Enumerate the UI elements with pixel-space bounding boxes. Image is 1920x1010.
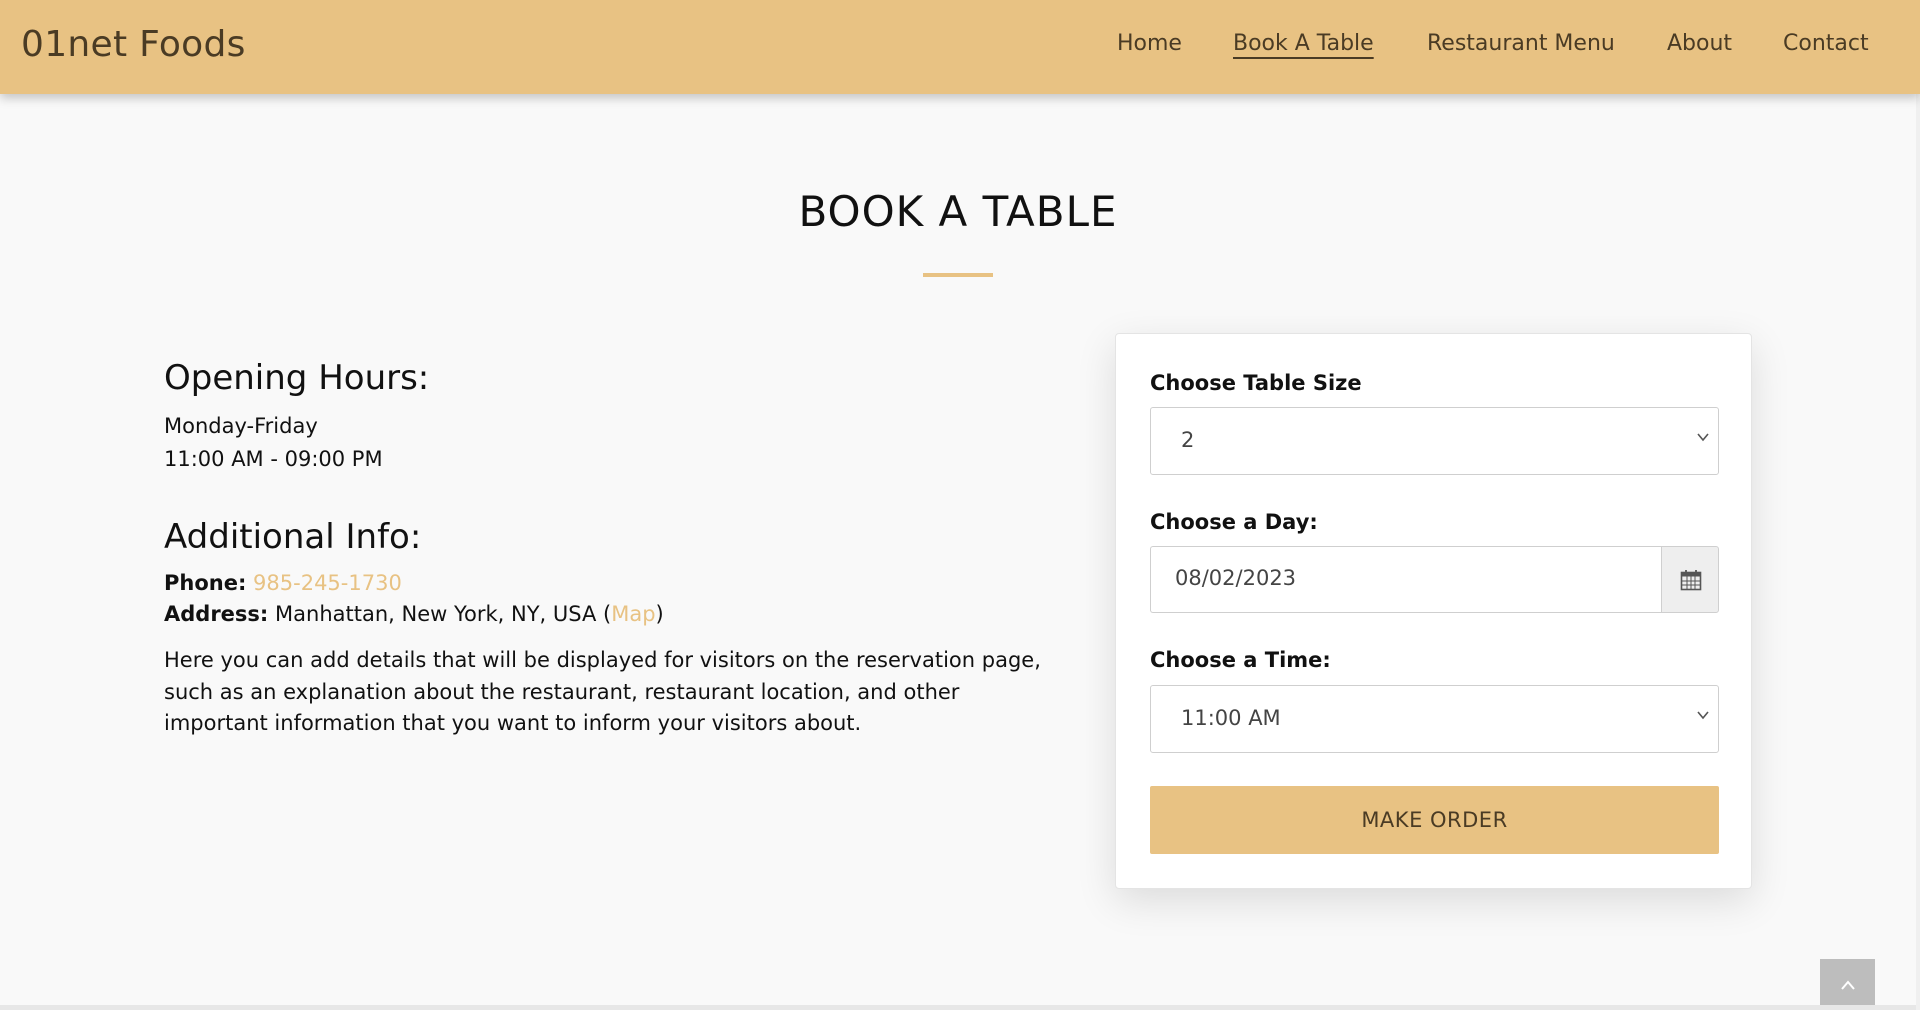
reservation-description: Here you can add details that will be di… — [164, 648, 1041, 735]
top-navbar: 01net Foods Home Book A Table Restaurant… — [0, 0, 1920, 94]
calendar-button[interactable] — [1661, 546, 1719, 613]
nav-contact[interactable]: Contact — [1783, 31, 1869, 56]
additional-info-heading: Additional Info: — [164, 517, 422, 557]
footer-edge — [0, 1005, 1920, 1010]
scrollbar-gutter — [1916, 0, 1920, 1010]
address-line: Address: Manhattan, New York, NY, USA (M… — [164, 602, 664, 626]
chevron-down-icon — [1697, 433, 1709, 442]
booking-form: Choose Table Size 2 Choose a Day: 08/02/… — [1115, 333, 1752, 889]
table-size-value: 2 — [1181, 428, 1195, 452]
chevron-up-icon — [1841, 980, 1855, 990]
nav-restaurant-menu[interactable]: Restaurant Menu — [1427, 31, 1615, 56]
page-title: BOOK A TABLE — [798, 187, 1118, 236]
opening-days: Monday-Friday — [164, 414, 318, 438]
time-select[interactable]: 11:00 AM — [1150, 685, 1719, 753]
phone-link[interactable]: 985-245-1730 — [253, 571, 402, 595]
time-label: Choose a Time: — [1150, 648, 1331, 672]
nav-about[interactable]: About — [1667, 31, 1732, 56]
table-size-select[interactable]: 2 — [1150, 407, 1719, 475]
opening-times: 11:00 AM - 09:00 PM — [164, 447, 383, 471]
nav-book-a-table[interactable]: Book A Table — [1233, 31, 1374, 56]
nav-home[interactable]: Home — [1117, 31, 1182, 56]
date-input[interactable]: 08/02/2023 — [1150, 546, 1661, 613]
make-order-button[interactable]: MAKE ORDER — [1150, 786, 1719, 854]
date-value: 08/02/2023 — [1175, 566, 1297, 590]
phone-line: Phone: 985-245-1730 — [164, 571, 402, 595]
calendar-icon — [1680, 570, 1702, 591]
map-link[interactable]: Map — [611, 602, 655, 626]
table-size-label: Choose Table Size — [1150, 371, 1362, 395]
chevron-down-icon — [1697, 711, 1709, 720]
opening-hours-heading: Opening Hours: — [164, 358, 430, 398]
address-close: ) — [655, 602, 664, 626]
brand-logo[interactable]: 01net Foods — [21, 24, 246, 65]
phone-label: Phone: — [164, 571, 247, 595]
address-value: Manhattan, New York, NY, USA ( — [275, 602, 612, 626]
day-label: Choose a Day: — [1150, 510, 1318, 534]
title-divider — [923, 273, 993, 277]
time-value: 11:00 AM — [1181, 706, 1281, 730]
address-label: Address: — [164, 602, 269, 626]
back-to-top-button[interactable] — [1820, 959, 1875, 1010]
